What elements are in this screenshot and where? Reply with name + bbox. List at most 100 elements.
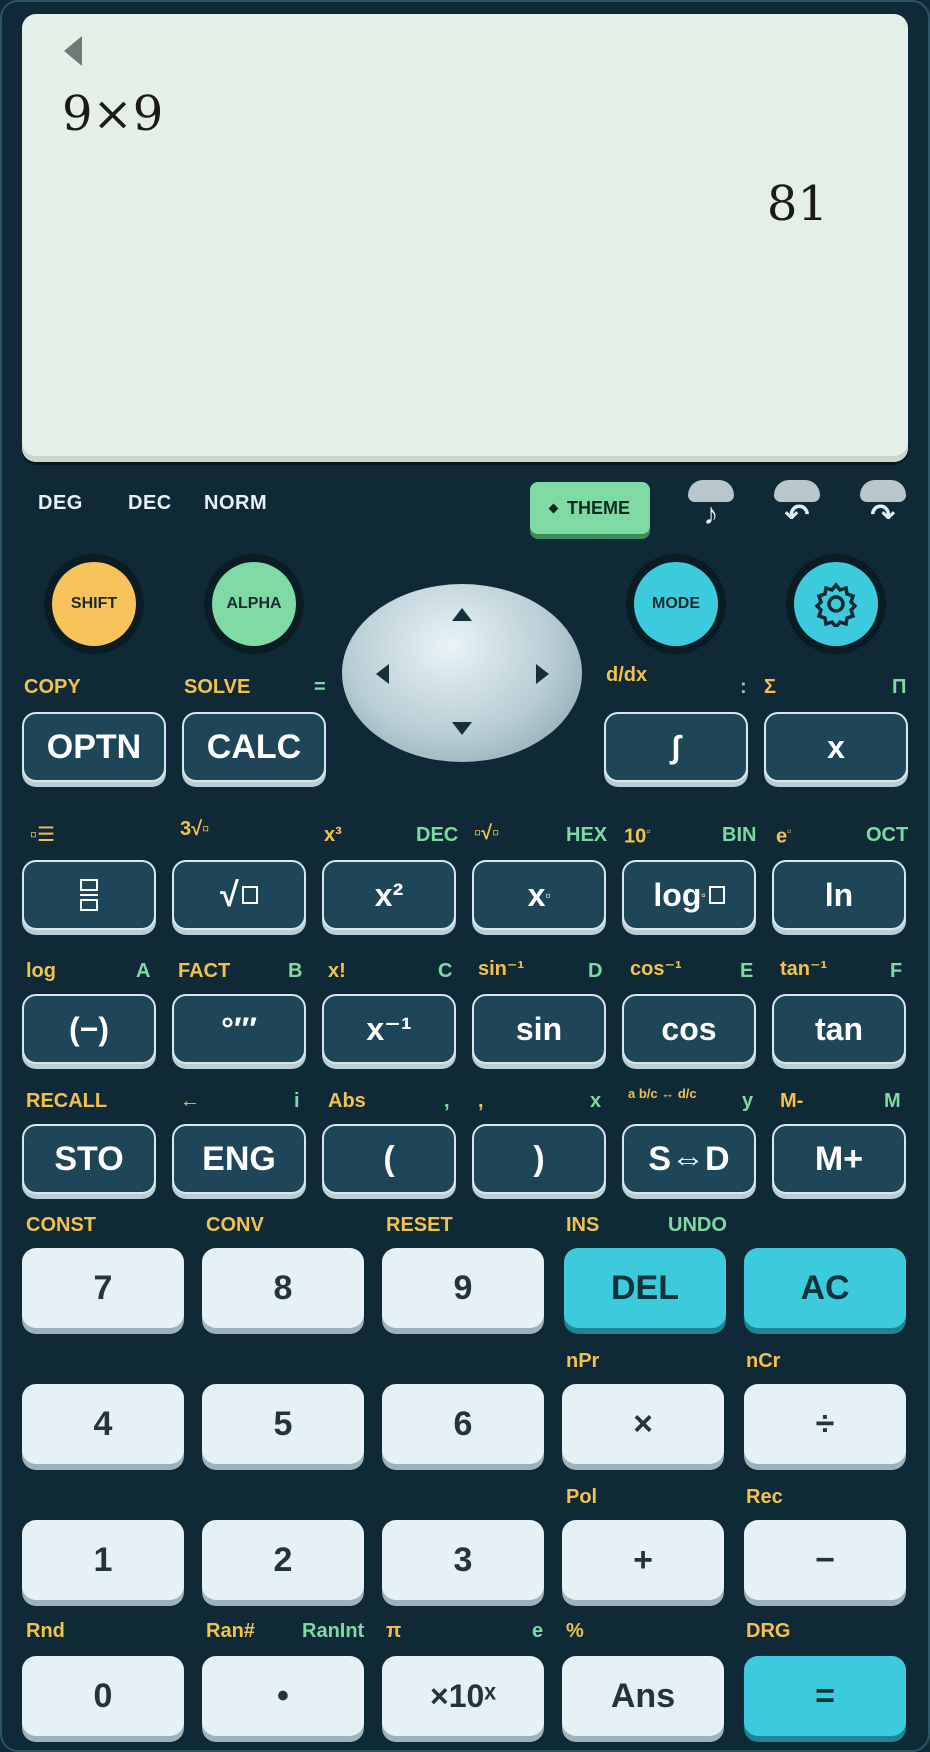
square-key[interactable]: x² [322,860,456,930]
display-screen: 9×9 81 [22,14,908,462]
comma-label: , [478,1090,484,1112]
digit-3-key[interactable]: 3 [382,1520,544,1600]
pi-label: π [386,1620,402,1642]
i-label: i [294,1090,300,1112]
digit-6-key[interactable]: 6 [382,1384,544,1464]
percent-label: % [566,1620,584,1642]
equals-alpha-label: = [314,676,326,698]
digit-4-key[interactable]: 4 [22,1384,184,1464]
ncr-label: nCr [746,1350,781,1372]
drg-label: DRG [746,1620,791,1642]
reset-label: RESET [386,1214,453,1236]
left-arrow-icon[interactable] [64,36,82,66]
calc-key[interactable]: CALC [182,712,326,782]
down-arrow-icon[interactable] [452,722,472,735]
optn-key[interactable]: OPTN [22,712,166,782]
recall-label: RECALL [26,1090,108,1112]
alpha-button[interactable]: ALPHA [212,562,296,646]
const-label: CONST [26,1214,96,1236]
fraction-key[interactable] [22,860,156,930]
power-key[interactable]: x ▫ [472,860,606,930]
theme-button[interactable]: THEME [530,482,650,534]
ten-power-label: 10▫ [624,824,651,848]
ran-label: Ran# [206,1620,255,1642]
solve-label: SOLVE [184,676,251,698]
direction-pad[interactable] [342,584,582,762]
integral-key[interactable]: ∫ [604,712,748,782]
e-power-label: e▫ [776,824,792,848]
b-label: B [288,960,303,982]
hex-label: HEX [566,824,608,846]
sto-key[interactable]: STO [22,1124,156,1194]
dec-label: DEC [416,824,459,846]
digit-9-key[interactable]: 9 [382,1248,544,1328]
sigma-label: Σ [764,676,777,698]
minus-key[interactable]: − [744,1520,906,1600]
colon-label: : [740,676,747,698]
ac-key[interactable]: AC [744,1248,906,1328]
del-key[interactable]: DEL [564,1248,726,1328]
up-arrow-icon[interactable] [452,608,472,621]
angle-mode-indicator: DEG [38,492,83,514]
equals-key[interactable]: = [744,1656,906,1736]
d-label: D [588,960,603,982]
x-alpha-label: x [590,1090,602,1112]
right-arrow-icon[interactable] [536,664,549,684]
abs-label: Abs [328,1090,366,1112]
cube-label: x³ [324,824,342,846]
ans-key[interactable]: Ans [562,1656,724,1736]
multiply-key[interactable]: × [562,1384,724,1464]
undo-button[interactable]: ↶ [774,480,820,536]
negative-key[interactable]: (−) [22,994,156,1064]
a-label: A [136,960,151,982]
sin-key[interactable]: sin [472,994,606,1064]
log-base-key[interactable]: log ▫ [622,860,756,930]
left-paren-key[interactable]: ( [322,1124,456,1194]
mode-button[interactable]: MODE [634,562,718,646]
digit-7-key[interactable]: 7 [22,1248,184,1328]
inverse-key[interactable]: x⁻¹ [322,994,456,1064]
xth-root-label: ▫√▫ [474,822,500,844]
redo-button[interactable]: ↷ [860,480,906,536]
exponent-key[interactable]: ×10ˣ [382,1656,544,1736]
sound-button[interactable]: ♪ [688,480,734,536]
digit-2-key[interactable]: 2 [202,1520,364,1600]
product-label: Π [892,676,907,698]
sd-key[interactable]: S⇔D [622,1124,756,1194]
redo-icon: ↷ [870,499,896,532]
digit-8-key[interactable]: 8 [202,1248,364,1328]
plus-key[interactable]: + [562,1520,724,1600]
atan-label: tan⁻¹ [780,958,828,980]
m-minus-label: M- [780,1090,804,1112]
tan-key[interactable]: tan [772,994,906,1064]
cube-root-label: 3√▫ [180,818,210,840]
backspace-label: ← [180,1090,200,1112]
y-label: y [742,1090,754,1112]
divide-key[interactable]: ÷ [744,1384,906,1464]
digit-0-key[interactable]: 0 [22,1656,184,1736]
left-arrow-icon[interactable] [376,664,389,684]
cos-key[interactable]: cos [622,994,756,1064]
digit-5-key[interactable]: 5 [202,1384,364,1464]
c-label: C [438,960,453,982]
degree-key[interactable]: °′″ [172,994,306,1064]
copy-label: COPY [24,676,81,698]
digit-1-key[interactable]: 1 [22,1520,184,1600]
npr-label: nPr [566,1350,600,1372]
ln-key[interactable]: ln [772,860,906,930]
sqrt-key[interactable]: √ [172,860,306,930]
m-label: M [884,1090,901,1112]
decimal-point-key[interactable]: • [202,1656,364,1736]
right-paren-key[interactable]: ) [472,1124,606,1194]
settings-button[interactable] [794,562,878,646]
base-mode-indicator: DEC [128,492,172,514]
oct-label: OCT [866,824,909,846]
ddx-label: d/dx [606,664,648,686]
x-key[interactable]: x [764,712,908,782]
eng-key[interactable]: ENG [172,1124,306,1194]
acos-label: cos⁻¹ [630,958,682,980]
diamond-icon [548,503,559,513]
shift-button[interactable]: SHIFT [52,562,136,646]
music-note-icon: ♪ [703,498,719,531]
m-plus-key[interactable]: M+ [772,1124,906,1194]
